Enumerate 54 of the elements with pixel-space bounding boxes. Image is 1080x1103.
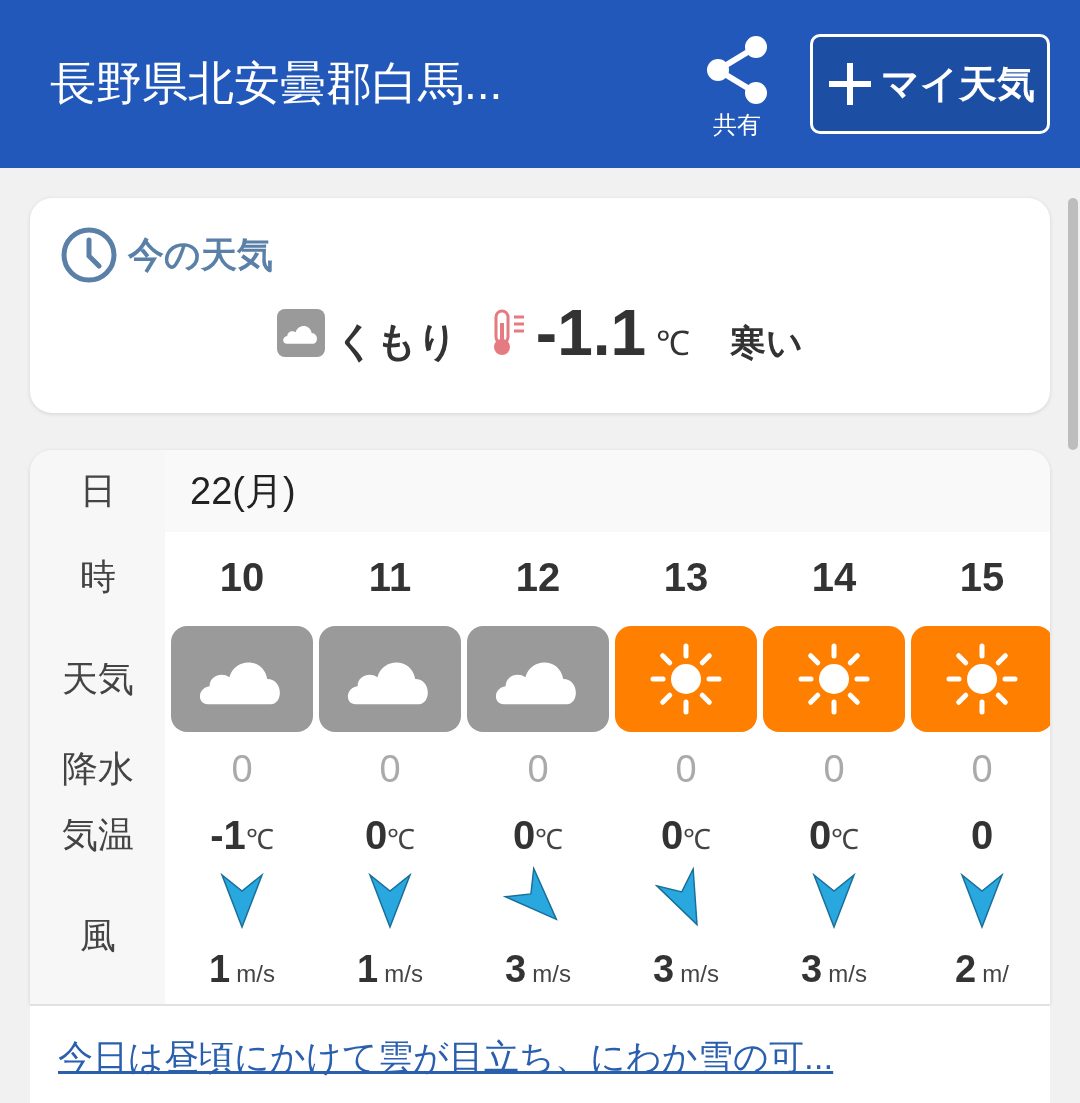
hour-label: 13: [663, 554, 709, 600]
precipitation-value: 0: [675, 747, 697, 791]
temperature-value: 0: [512, 812, 536, 858]
share-icon[interactable]: [704, 35, 770, 105]
scrollbar[interactable]: [1068, 198, 1078, 450]
clock-icon: [60, 226, 118, 284]
wind-speed-value: 1: [357, 947, 379, 991]
current-weather-text: くもり: [334, 318, 458, 365]
feel-text: 寒い: [730, 321, 804, 365]
temperature-value: 0: [808, 812, 832, 858]
share-label[interactable]: 共有: [713, 109, 761, 141]
wind-speed-value: 2: [955, 947, 977, 991]
hour-label: 11: [368, 554, 412, 600]
temperature-unit: ℃: [656, 323, 691, 364]
temperature-unit: ℃: [535, 822, 564, 857]
location-title: 長野県北安曇郡白馬...: [50, 56, 504, 111]
thermometer-icon: [491, 309, 526, 357]
precipitation-value: 0: [971, 747, 993, 791]
temperature-value: -1: [210, 812, 246, 858]
wind-speed-unit: m/s: [680, 959, 719, 988]
wind-speed-value: 3: [801, 947, 823, 991]
precipitation-value: 0: [527, 747, 549, 791]
precipitation-value: 0: [823, 747, 845, 791]
temperature-value: 0: [660, 812, 684, 858]
row-label: 降水: [60, 746, 135, 791]
wind-speed-unit: m/s: [236, 959, 275, 988]
wind-speed-unit: m/s: [532, 959, 571, 988]
day-label: 22(月): [190, 468, 296, 514]
temperature-unit: ℃: [387, 822, 416, 857]
current-temperature: -1.1: [535, 296, 647, 370]
hour-label: 12: [515, 554, 561, 600]
hour-label: 14: [811, 554, 857, 600]
row-label: 気温: [60, 812, 135, 857]
wind-speed-value: 1: [209, 947, 231, 991]
precipitation-value: 0: [231, 747, 253, 791]
wind-speed-unit: m/s: [828, 959, 867, 988]
hour-label: 15: [959, 554, 1005, 600]
row-label: 時: [78, 554, 117, 599]
row-label: 日: [78, 468, 117, 513]
add-my-weather-button[interactable]: マイ天気: [810, 34, 1050, 134]
temperature-value: 0: [364, 812, 388, 858]
wind-speed-unit: m/s: [384, 959, 423, 988]
row-label: 天気: [60, 656, 135, 701]
temperature-unit: ℃: [831, 822, 860, 857]
wind-speed-unit: m/: [982, 959, 1009, 988]
precipitation-value: 0: [379, 747, 401, 791]
wind-speed-value: 3: [505, 947, 527, 991]
temperature-unit: ℃: [683, 822, 712, 857]
wind-speed-value: 3: [653, 947, 675, 991]
hour-label: 10: [219, 554, 265, 600]
row-label: 風: [78, 913, 117, 958]
temperature-value: 0: [970, 812, 994, 858]
temperature-unit: ℃: [245, 822, 274, 857]
current-weather-title: 今の天気: [128, 232, 273, 277]
